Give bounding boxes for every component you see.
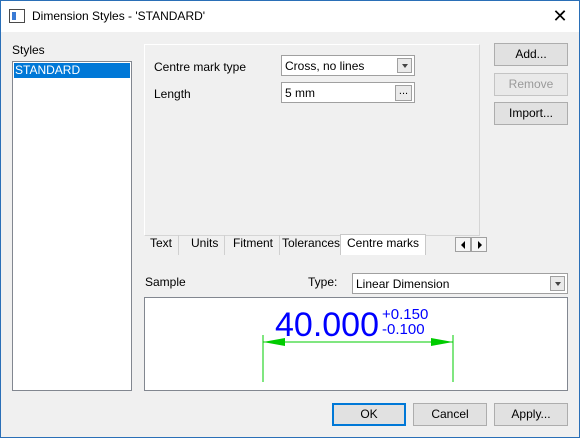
- arrow-left-icon[interactable]: [455, 237, 471, 252]
- add-button[interactable]: Add...: [494, 43, 568, 66]
- dimension-preview-svg: 40.000 +0.150 -0.100: [262, 306, 454, 382]
- import-button[interactable]: Import...: [494, 102, 568, 125]
- arrowhead-left-icon: [263, 338, 285, 346]
- sample-type-select[interactable]: Linear Dimension: [352, 273, 568, 294]
- tab-fitment[interactable]: Fitment: [227, 235, 281, 255]
- centre-mark-type-label: Centre mark type: [154, 60, 247, 74]
- tab-text[interactable]: Text: [144, 235, 180, 255]
- close-icon[interactable]: ✕: [549, 5, 571, 27]
- length-value: 5 mm: [285, 86, 315, 100]
- arrow-right-icon[interactable]: [471, 237, 487, 252]
- styles-listbox[interactable]: STANDARD: [12, 61, 132, 391]
- tab-units[interactable]: Units: [185, 235, 226, 255]
- length-browse-button[interactable]: ...: [395, 85, 412, 101]
- styles-list-item-standard[interactable]: STANDARD: [14, 63, 130, 78]
- ok-button[interactable]: OK: [332, 403, 406, 426]
- title-bar[interactable]: Dimension Styles - 'STANDARD' ✕: [1, 1, 579, 32]
- chevron-down-icon[interactable]: [397, 58, 412, 73]
- styles-label: Styles: [12, 43, 45, 57]
- tab-scroll-arrows: [455, 237, 487, 252]
- tab-tolerances[interactable]: Tolerances: [276, 235, 348, 255]
- sample-tolerance-lower: -0.100: [382, 321, 425, 338]
- chevron-down-icon[interactable]: [550, 276, 565, 291]
- centre-mark-type-value: Cross, no lines: [285, 59, 365, 73]
- sample-preview: 40.000 +0.150 -0.100: [144, 297, 568, 391]
- arrowhead-right-icon: [431, 338, 453, 346]
- sample-type-label: Type:: [308, 275, 338, 289]
- property-tabs: Text Units Fitment Tolerances Centre mar…: [144, 234, 489, 255]
- dimension-styles-dialog: Dimension Styles - 'STANDARD' ✕ Styles S…: [0, 0, 580, 438]
- cancel-button[interactable]: Cancel: [413, 403, 487, 426]
- window-title: Dimension Styles - 'STANDARD': [32, 9, 206, 23]
- sample-main-value: 40.000: [275, 306, 379, 344]
- length-field[interactable]: 5 mm ...: [281, 82, 415, 103]
- apply-button[interactable]: Apply...: [494, 403, 568, 426]
- dialog-window-icon: [9, 9, 25, 23]
- dimension-lines: [262, 335, 454, 382]
- length-label: Length: [154, 87, 191, 101]
- tab-centre-marks[interactable]: Centre marks: [340, 234, 427, 255]
- sample-type-value: Linear Dimension: [356, 277, 450, 291]
- sample-label: Sample: [145, 275, 186, 289]
- remove-button[interactable]: Remove: [494, 73, 568, 96]
- centre-mark-type-select[interactable]: Cross, no lines: [281, 55, 415, 76]
